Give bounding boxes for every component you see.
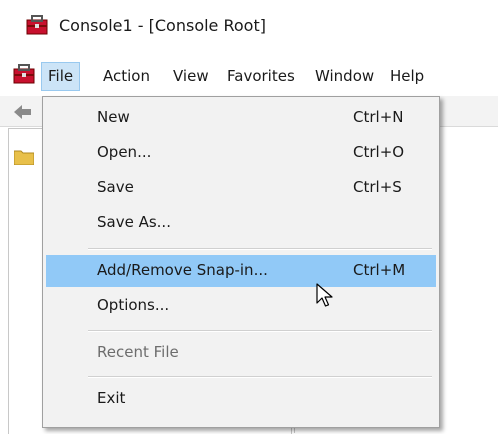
menu-item-shortcut: Ctrl+O xyxy=(353,143,405,161)
menu-bar: File Action View Favorites Window Help xyxy=(0,58,498,91)
menu-help[interactable]: Help xyxy=(384,63,430,90)
menu-item-label: Add/Remove Snap-in... xyxy=(97,261,268,279)
window-title: Console1 - [Console Root] xyxy=(59,16,266,35)
title-bar: Console1 - [Console Root] xyxy=(0,0,498,52)
menu-window[interactable]: Window xyxy=(309,63,380,90)
menu-item-open[interactable]: Open... Ctrl+O xyxy=(46,137,436,169)
menu-item-shortcut: Ctrl+M xyxy=(353,261,406,279)
menu-item-label: Save As... xyxy=(97,213,171,231)
menu-item-add-remove-snap-in[interactable]: Add/Remove Snap-in... Ctrl+M xyxy=(46,255,436,287)
menu-item-label: Open... xyxy=(97,143,152,161)
file-menu-dropdown: New Ctrl+N Open... Ctrl+O Save Ctrl+S Sa… xyxy=(42,96,440,428)
menu-separator xyxy=(88,248,432,250)
menu-item-save[interactable]: Save Ctrl+S xyxy=(46,172,436,204)
mmc-toolbox-icon[interactable] xyxy=(25,14,49,36)
menu-file[interactable]: File xyxy=(41,62,81,91)
system-menu-icon[interactable] xyxy=(12,63,36,85)
menu-item-save-as[interactable]: Save As... xyxy=(46,207,436,239)
menu-item-exit[interactable]: Exit xyxy=(46,383,436,415)
menu-action[interactable]: Action xyxy=(97,63,156,90)
mouse-pointer-icon xyxy=(316,283,334,313)
menu-separator xyxy=(88,330,432,332)
menu-item-options[interactable]: Options... xyxy=(46,290,436,322)
menu-item-label: Exit xyxy=(97,389,126,407)
menu-item-label: Save xyxy=(97,178,134,196)
menu-separator xyxy=(88,376,432,378)
menu-view[interactable]: View xyxy=(167,63,215,90)
menu-item-label: Options... xyxy=(97,296,170,314)
menu-item-shortcut: Ctrl+S xyxy=(353,178,402,196)
menu-item-label: Recent File xyxy=(97,343,179,361)
back-arrow-icon[interactable] xyxy=(14,105,32,123)
menu-item-label: New xyxy=(97,108,130,126)
menu-item-recent-file: Recent File xyxy=(46,337,436,369)
folder-icon[interactable] xyxy=(13,149,35,169)
menu-item-new[interactable]: New Ctrl+N xyxy=(46,102,436,134)
menu-item-shortcut: Ctrl+N xyxy=(353,108,404,126)
menu-favorites[interactable]: Favorites xyxy=(221,63,301,90)
